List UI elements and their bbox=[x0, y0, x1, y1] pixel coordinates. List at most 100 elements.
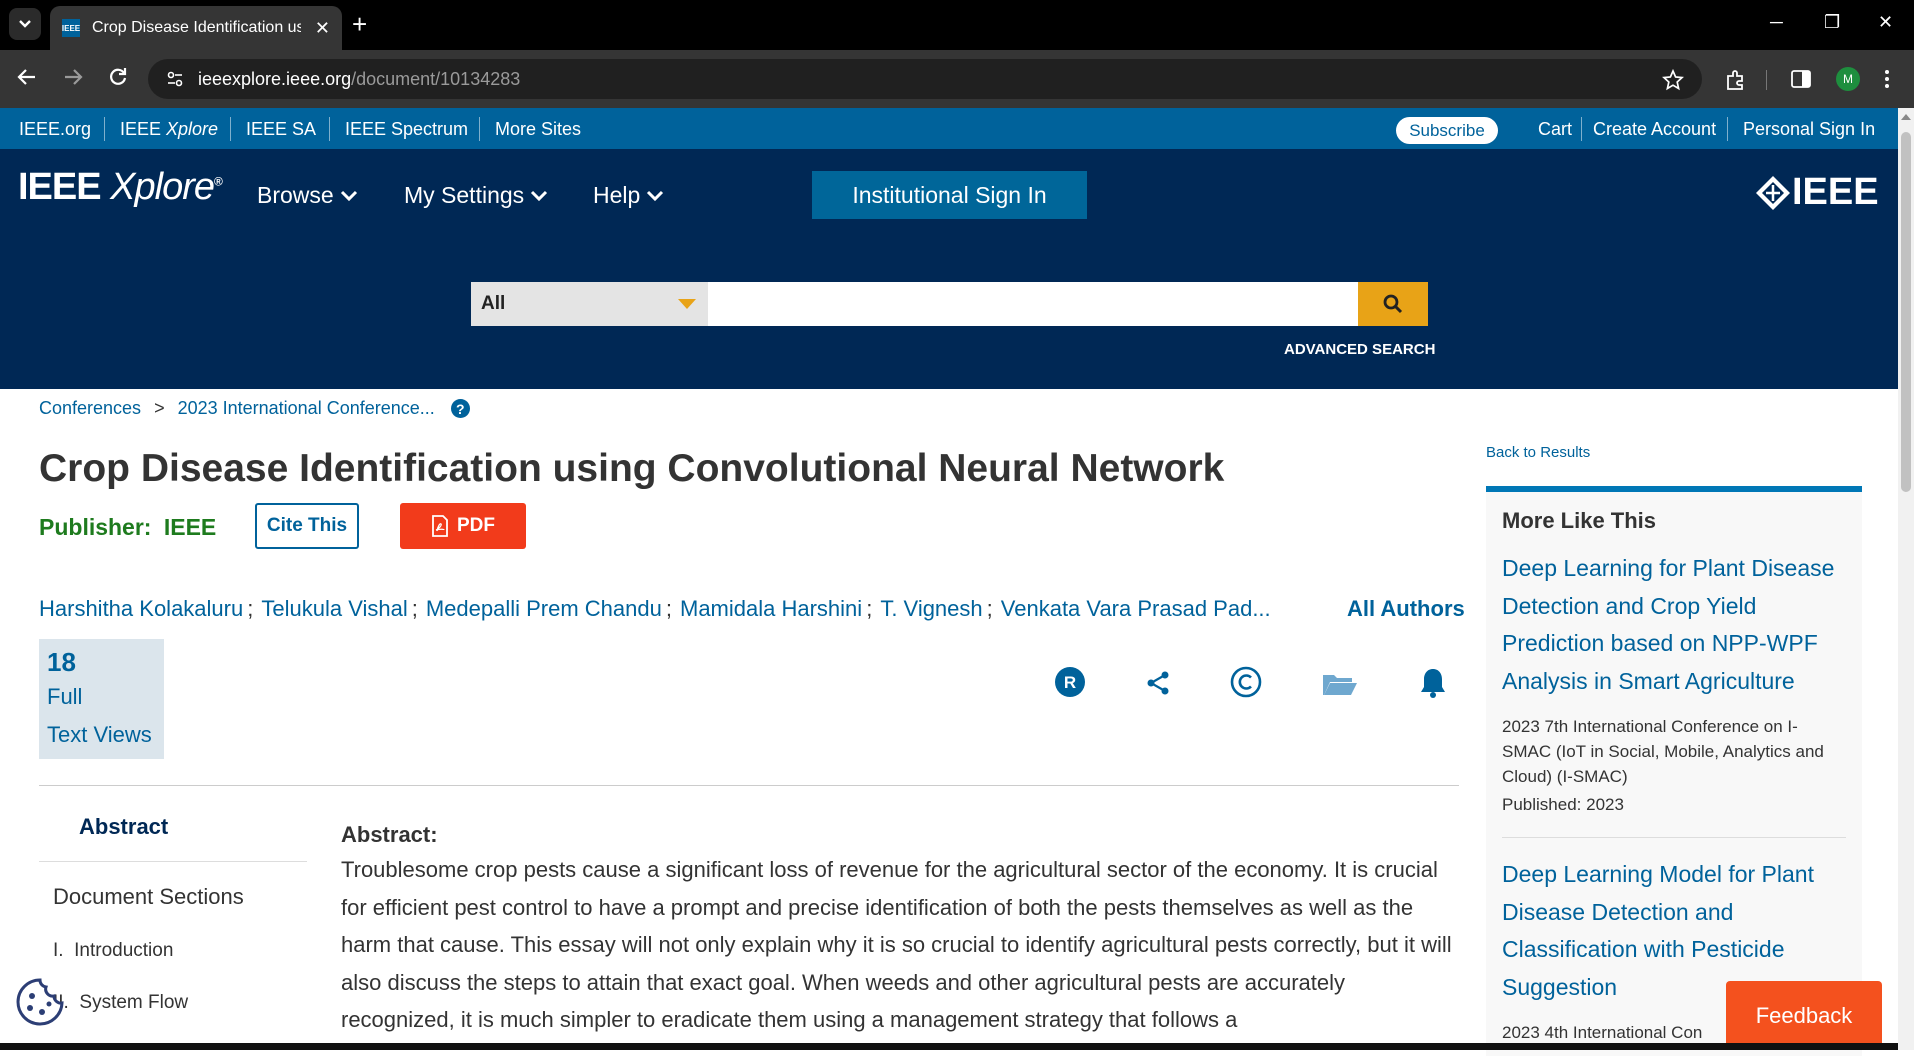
document-sidenav: Abstract Document Sections I. Introducti… bbox=[39, 814, 307, 1014]
restore-icon[interactable]: ❐ bbox=[1824, 12, 1840, 33]
new-tab-plus-icon[interactable]: + bbox=[352, 10, 367, 38]
page-scrollbar[interactable] bbox=[1898, 108, 1914, 1050]
personal-sign-in-link[interactable]: Personal Sign In bbox=[1743, 119, 1875, 140]
full-text-views-metric[interactable]: 18 Full Text Views bbox=[39, 639, 164, 759]
search-bar: All bbox=[471, 282, 1428, 326]
back-arrow-icon[interactable] bbox=[16, 66, 38, 88]
my-settings-menu[interactable]: My Settings bbox=[404, 182, 548, 209]
related-article-published: Published: 2023 bbox=[1502, 795, 1846, 838]
meta-divider bbox=[1581, 117, 1582, 141]
document-sections-heading: Document Sections bbox=[53, 884, 244, 909]
back-to-results-link[interactable]: Back to Results bbox=[1486, 444, 1590, 461]
sidenav-abstract[interactable]: Abstract bbox=[39, 814, 307, 862]
publisher-name: IEEE bbox=[163, 514, 217, 540]
more-like-this-panel: More Like This Deep Learning for Plant D… bbox=[1486, 486, 1862, 1056]
sidenav-item-introduction[interactable]: I. Introduction bbox=[39, 940, 307, 962]
taskbar-edge bbox=[0, 1043, 1898, 1050]
publisher-label: Publisher: bbox=[39, 514, 152, 540]
rights-icon[interactable]: R bbox=[1054, 666, 1086, 698]
browser-tab-strip: IEEE Crop Disease Identification using C… bbox=[0, 0, 1914, 50]
browse-menu[interactable]: Browse bbox=[257, 182, 358, 209]
chevron-down-icon bbox=[340, 190, 357, 201]
ieee-meta-nav: IEEE.org IEEE Xplore IEEE SA IEEE Spectr… bbox=[0, 108, 1898, 149]
tab-search-button[interactable] bbox=[9, 8, 41, 40]
author-link[interactable]: Harshitha Kolakaluru bbox=[39, 596, 243, 622]
browser-tab-active[interactable]: IEEE Crop Disease Identification using C… bbox=[50, 6, 342, 50]
author-separator: ; bbox=[665, 596, 672, 621]
all-authors-link[interactable]: All Authors bbox=[1347, 596, 1465, 622]
related-article-venue: 2023 7th International Conference on I-S… bbox=[1502, 717, 1824, 786]
ieee-sa-link[interactable]: IEEE SA bbox=[246, 119, 316, 140]
search-input[interactable] bbox=[708, 282, 1358, 326]
reload-icon[interactable] bbox=[107, 66, 129, 88]
author-separator: ; bbox=[411, 596, 418, 621]
scrollbar-thumb[interactable] bbox=[1901, 132, 1911, 492]
advanced-search-link[interactable]: ADVANCED SEARCH bbox=[1284, 341, 1435, 358]
abstract-section: Abstract: Troublesome crop pests cause a… bbox=[341, 822, 1461, 1039]
browser-toolbar: ieeexplore.ieee.org/document/10134283 M bbox=[0, 50, 1914, 108]
pdf-button[interactable]: PDF bbox=[400, 503, 526, 549]
more-sites-link[interactable]: More Sites bbox=[495, 119, 581, 140]
meta-divider bbox=[1727, 117, 1728, 141]
subscribe-button[interactable]: Subscribe bbox=[1396, 117, 1498, 144]
breadcrumb-separator: > bbox=[154, 398, 165, 418]
abstract-text: Troublesome crop pests cause a significa… bbox=[341, 857, 1452, 1032]
cite-this-button[interactable]: Cite This bbox=[255, 503, 359, 549]
cart-link[interactable]: Cart bbox=[1538, 119, 1572, 140]
ieee-brand-logo[interactable]: IEEE bbox=[1754, 171, 1879, 214]
author-link[interactable]: Mamidala Harshini bbox=[680, 596, 862, 622]
svg-text:R: R bbox=[1064, 673, 1076, 692]
search-button[interactable] bbox=[1358, 282, 1428, 326]
site-info-icon[interactable] bbox=[166, 70, 184, 88]
ieee-spectrum-link[interactable]: IEEE Spectrum bbox=[345, 119, 468, 140]
search-scope-select[interactable]: All bbox=[471, 282, 708, 326]
profile-avatar[interactable]: M bbox=[1836, 67, 1860, 91]
views-count: 18 bbox=[47, 647, 76, 677]
pdf-file-icon bbox=[432, 515, 448, 537]
author-link[interactable]: Venkata Vara Prasad Pad... bbox=[1001, 596, 1271, 622]
share-icon[interactable] bbox=[1145, 670, 1171, 696]
scroll-up-icon[interactable] bbox=[1901, 114, 1911, 120]
tab-close-icon[interactable]: ✕ bbox=[315, 18, 330, 39]
feedback-button[interactable]: Feedback bbox=[1726, 981, 1882, 1050]
author-link[interactable]: Medepalli Prem Chandu bbox=[426, 596, 662, 622]
caret-down-icon bbox=[678, 299, 696, 309]
cookie-settings-icon[interactable] bbox=[14, 976, 66, 1028]
meta-divider bbox=[230, 117, 231, 141]
breadcrumb-conference[interactable]: 2023 International Conference... bbox=[178, 398, 435, 419]
kebab-menu-icon[interactable] bbox=[1884, 68, 1890, 90]
address-bar[interactable]: ieeexplore.ieee.org/document/10134283 bbox=[148, 59, 1702, 99]
author-link[interactable]: Telukula Vishal bbox=[261, 596, 407, 622]
chevron-down-icon bbox=[647, 190, 664, 201]
ieee-org-link[interactable]: IEEE.org bbox=[19, 119, 91, 140]
views-label: Text Views bbox=[47, 722, 152, 747]
author-list: Harshitha Kolakaluru; Telukula Vishal; M… bbox=[39, 596, 1271, 622]
minimize-icon[interactable]: ─ bbox=[1770, 12, 1783, 33]
meta-divider bbox=[329, 117, 330, 141]
bell-alert-icon[interactable] bbox=[1419, 667, 1447, 699]
ieee-xplore-link[interactable]: IEEE Xplore bbox=[120, 119, 218, 140]
side-panel-icon[interactable] bbox=[1790, 68, 1812, 90]
tab-title: Crop Disease Identification using Convol… bbox=[92, 19, 301, 36]
breadcrumb: Conferences > 2023 International Confere… bbox=[39, 398, 470, 419]
ieee-xplore-logo[interactable]: IEEE Xplore® bbox=[18, 166, 223, 209]
search-icon bbox=[1383, 294, 1403, 314]
help-menu[interactable]: Help bbox=[593, 182, 664, 209]
forward-arrow-icon[interactable] bbox=[62, 66, 84, 88]
institutional-sign-in-button[interactable]: Institutional Sign In bbox=[812, 171, 1087, 219]
author-link[interactable]: T. Vignesh bbox=[880, 596, 982, 622]
sidenav-item-system-flow[interactable]: II. System Flow bbox=[39, 992, 307, 1014]
help-icon[interactable]: ? bbox=[450, 399, 470, 418]
breadcrumb-conferences[interactable]: Conferences bbox=[39, 398, 141, 419]
bookmark-star-icon[interactable] bbox=[1662, 69, 1684, 91]
folder-icon[interactable] bbox=[1322, 672, 1358, 696]
copyright-icon[interactable] bbox=[1230, 666, 1262, 698]
url-text: ieeexplore.ieee.org/document/10134283 bbox=[198, 68, 521, 89]
create-account-link[interactable]: Create Account bbox=[1593, 119, 1716, 140]
more-like-this-heading: More Like This bbox=[1502, 508, 1657, 533]
divider bbox=[39, 785, 1459, 786]
extensions-puzzle-icon[interactable] bbox=[1724, 68, 1748, 92]
related-article-link[interactable]: Deep Learning for Plant Disease Detectio… bbox=[1502, 550, 1846, 700]
section-label: System Flow bbox=[79, 992, 189, 1013]
window-close-icon[interactable]: ✕ bbox=[1878, 12, 1893, 33]
